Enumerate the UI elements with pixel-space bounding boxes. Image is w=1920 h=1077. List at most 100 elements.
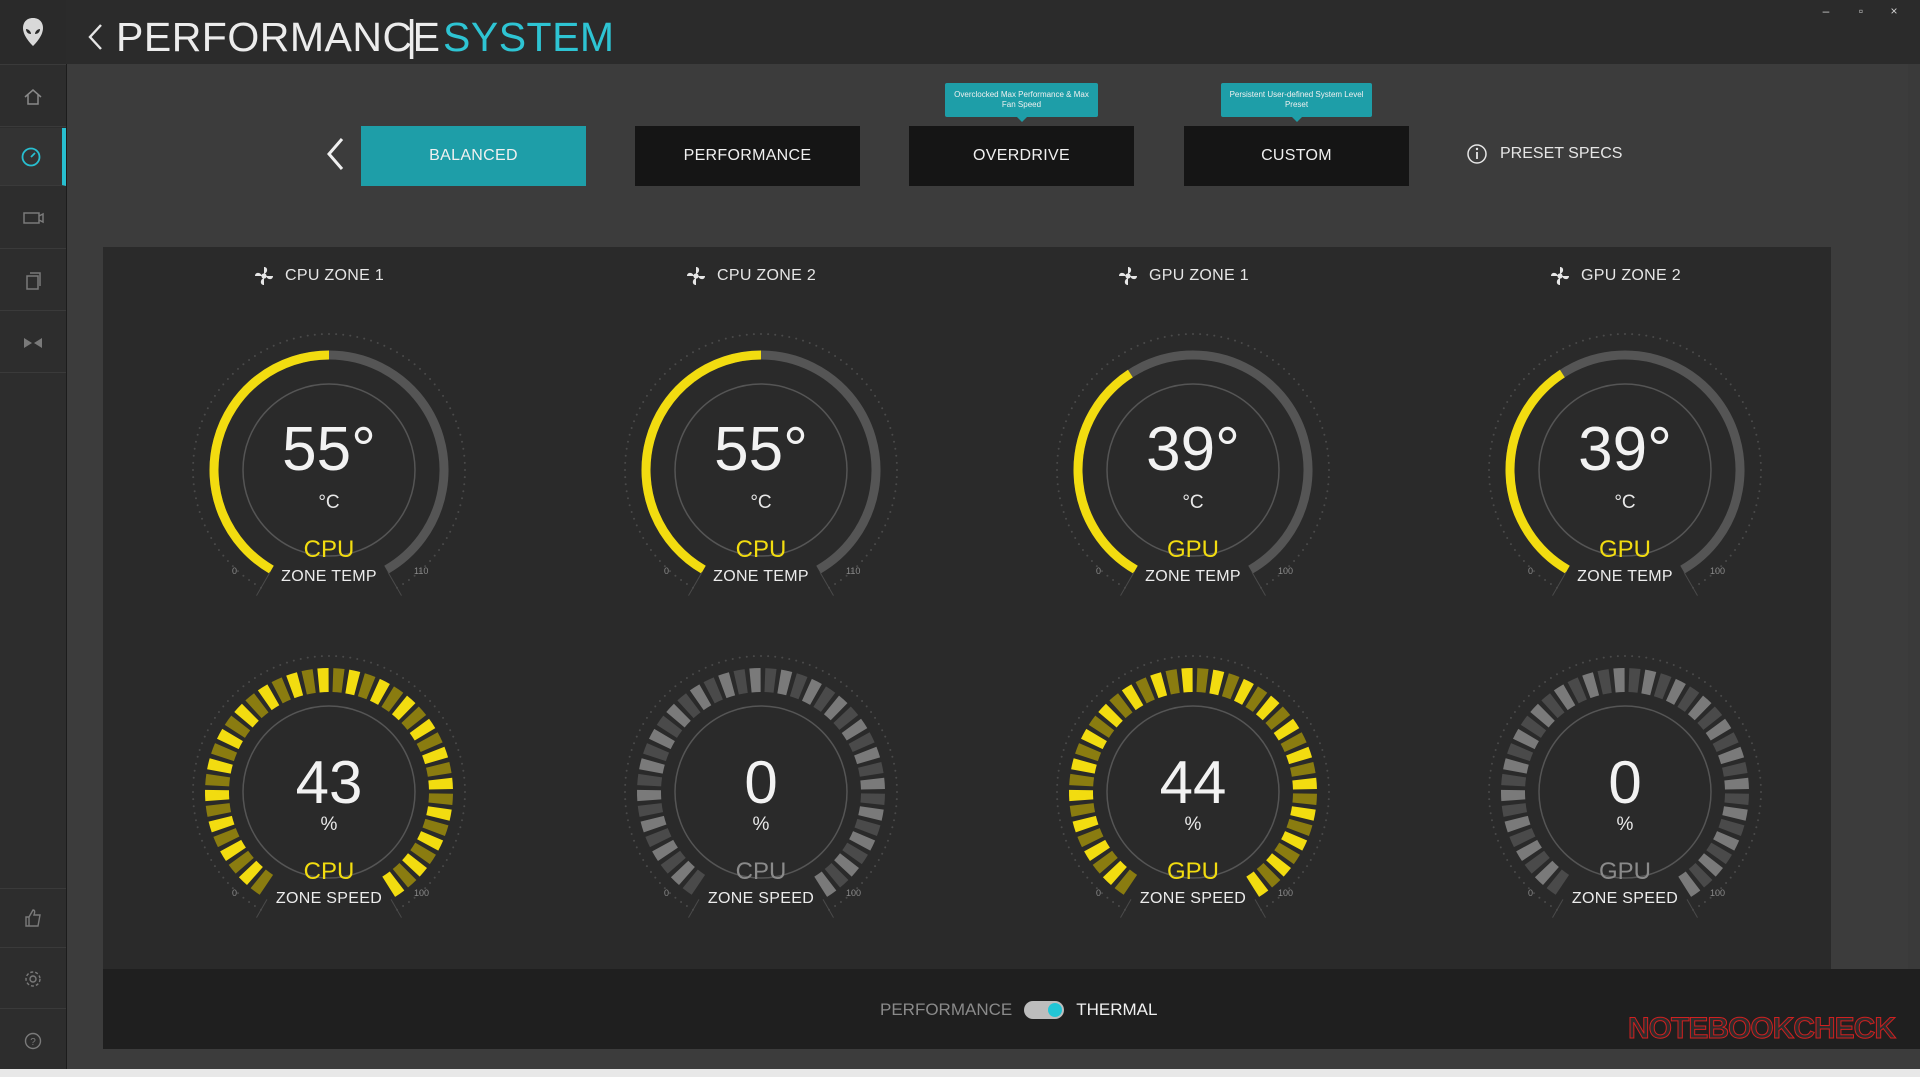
speed-min: 0 (1096, 888, 1102, 898)
speed-gauge: 0% CPU ZONE SPEED 0 100 (611, 642, 911, 942)
temp-value: 39° (1578, 415, 1672, 484)
sidebar-item-library[interactable] (0, 252, 66, 311)
fan-speed-segment (1541, 693, 1565, 719)
fan-speed-segment (1712, 732, 1739, 753)
temp-unit: °C (1614, 492, 1636, 513)
preset-prev-button[interactable] (324, 136, 346, 177)
speed-value: 44 (1159, 749, 1227, 816)
temp-category: GPU (1166, 536, 1219, 563)
fan-speed-segment (764, 668, 777, 693)
fan-speed-segment (357, 673, 376, 700)
fan-speed-segment (833, 706, 859, 730)
fan-speed-segment (1512, 728, 1539, 750)
preset-balanced-button[interactable]: BALANCED (361, 126, 586, 186)
fan-speed-segment (410, 842, 436, 865)
help-icon: ? (24, 1032, 42, 1050)
sidebar-item-fx[interactable] (0, 314, 66, 373)
fan-icon (687, 267, 705, 285)
fan-speed-segment (718, 672, 736, 699)
fan-speed-segment (391, 695, 416, 721)
svg-text:?: ? (30, 1037, 36, 1048)
close-button[interactable]: × (1884, 4, 1904, 18)
fan-speed-segment (245, 693, 269, 719)
fan-speed-segment (220, 839, 246, 861)
fan-speed-segment (332, 668, 345, 693)
temp-value: 55° (714, 415, 808, 484)
speed-category: CPU (735, 858, 787, 885)
temp-gauge: 55° °C CPU ZONE TEMP 0 110 (179, 320, 479, 620)
sidebar-item-settings[interactable] (0, 950, 66, 1009)
chevron-left-icon (88, 24, 102, 50)
fan-speed-segment (1516, 839, 1542, 861)
fan-speed-segment (1567, 677, 1588, 704)
temp-max: 110 (414, 566, 429, 576)
fan-speed-segment (1273, 718, 1300, 741)
toggle-label-thermal[interactable]: THERMAL (1076, 1000, 1157, 1020)
temp-gauge: 39° °C GPU ZONE TEMP 0 100 (1475, 320, 1775, 620)
preset-specs-link[interactable]: PRESET SPECS (1466, 143, 1622, 165)
fan-speed-segment (666, 703, 691, 728)
fan-speed-segment (301, 669, 316, 695)
speed-gauge: 43% CPU ZONE SPEED 0 100 (179, 642, 479, 942)
sidebar-item-feedback[interactable] (0, 888, 66, 948)
preset-specs-label: PRESET SPECS (1500, 145, 1623, 162)
temp-value: 55° (282, 415, 376, 484)
speed-value: 43 (295, 749, 363, 816)
fan-speed-segment (1084, 839, 1110, 861)
temp-unit: °C (750, 492, 772, 513)
preset-overdrive-button[interactable]: OVERDRIVE (909, 126, 1134, 186)
sidebar-item-performance[interactable] (0, 128, 66, 186)
restore-button[interactable]: ▫ (1851, 4, 1871, 18)
sidebar-item-home[interactable] (0, 68, 66, 127)
title-bar: PERFORMANCE | SYSTEM – ▫ × (66, 0, 1920, 64)
sidebar: ? (0, 0, 67, 1077)
sidebar-item-help[interactable]: ? (0, 1012, 66, 1071)
temp-label: ZONE TEMP (713, 568, 809, 585)
speed-unit: % (752, 814, 770, 835)
zone-name: GPU ZONE 1 (1149, 267, 1249, 284)
performance-gauge-icon (21, 147, 41, 166)
fan-speed-segment (1553, 684, 1576, 711)
zone-name: CPU ZONE 2 (717, 267, 817, 284)
temp-min: 0 (232, 566, 238, 576)
speed-label: ZONE SPEED (1139, 890, 1247, 907)
speed-max: 100 (1278, 888, 1294, 898)
fan-speed-segment (257, 684, 280, 711)
zone-name: CPU ZONE 1 (285, 267, 385, 284)
fan-speed-segment (1121, 684, 1144, 711)
scrollbar[interactable] (1908, 64, 1920, 969)
alienware-logo[interactable] (0, 0, 66, 65)
fan-speed-segment (813, 686, 836, 713)
temp-unit: °C (318, 492, 340, 513)
page-title: PERFORMANCE (116, 14, 441, 60)
nav-back-button[interactable] (86, 22, 104, 57)
fan-speed-segment (1274, 842, 1300, 865)
zone-name: GPU ZONE 2 (1581, 267, 1681, 284)
zone-header: GPU ZONE 1 (1117, 265, 1249, 287)
fan-speed-segment (1150, 672, 1168, 699)
chevron-left-icon (327, 138, 344, 170)
temp-label: ZONE TEMP (1577, 568, 1673, 585)
fan-speed-segment (823, 695, 848, 721)
speed-category: GPU (1166, 858, 1219, 885)
preset-performance-button[interactable]: PERFORMANCE (635, 126, 860, 186)
temp-gauge: 39° °C GPU ZONE TEMP 0 100 (1043, 320, 1343, 620)
fan-speed-segment (1665, 678, 1686, 705)
minimize-button[interactable]: – (1816, 4, 1836, 18)
preset-custom-button[interactable]: CUSTOM (1184, 126, 1409, 186)
fan-speed-segment (1697, 706, 1723, 730)
speed-gauge: 0% GPU ZONE SPEED 0 100 (1475, 642, 1775, 942)
fan-speed-segment (1582, 672, 1600, 699)
speed-category: CPU (303, 858, 355, 885)
speed-max: 100 (846, 888, 862, 898)
temp-max: 110 (846, 566, 861, 576)
fan-speed-segment (401, 706, 427, 730)
temp-max: 100 (1278, 566, 1294, 576)
sidebar-item-display[interactable] (0, 190, 66, 249)
fan-speed-segment (271, 677, 292, 704)
fan-speed-segment (1255, 695, 1280, 721)
toggle-label-performance[interactable]: PERFORMANCE (880, 1000, 1012, 1020)
fan-speed-segment (1245, 686, 1268, 713)
fan-icon (1551, 267, 1569, 285)
performance-thermal-toggle[interactable] (1024, 1001, 1065, 1019)
